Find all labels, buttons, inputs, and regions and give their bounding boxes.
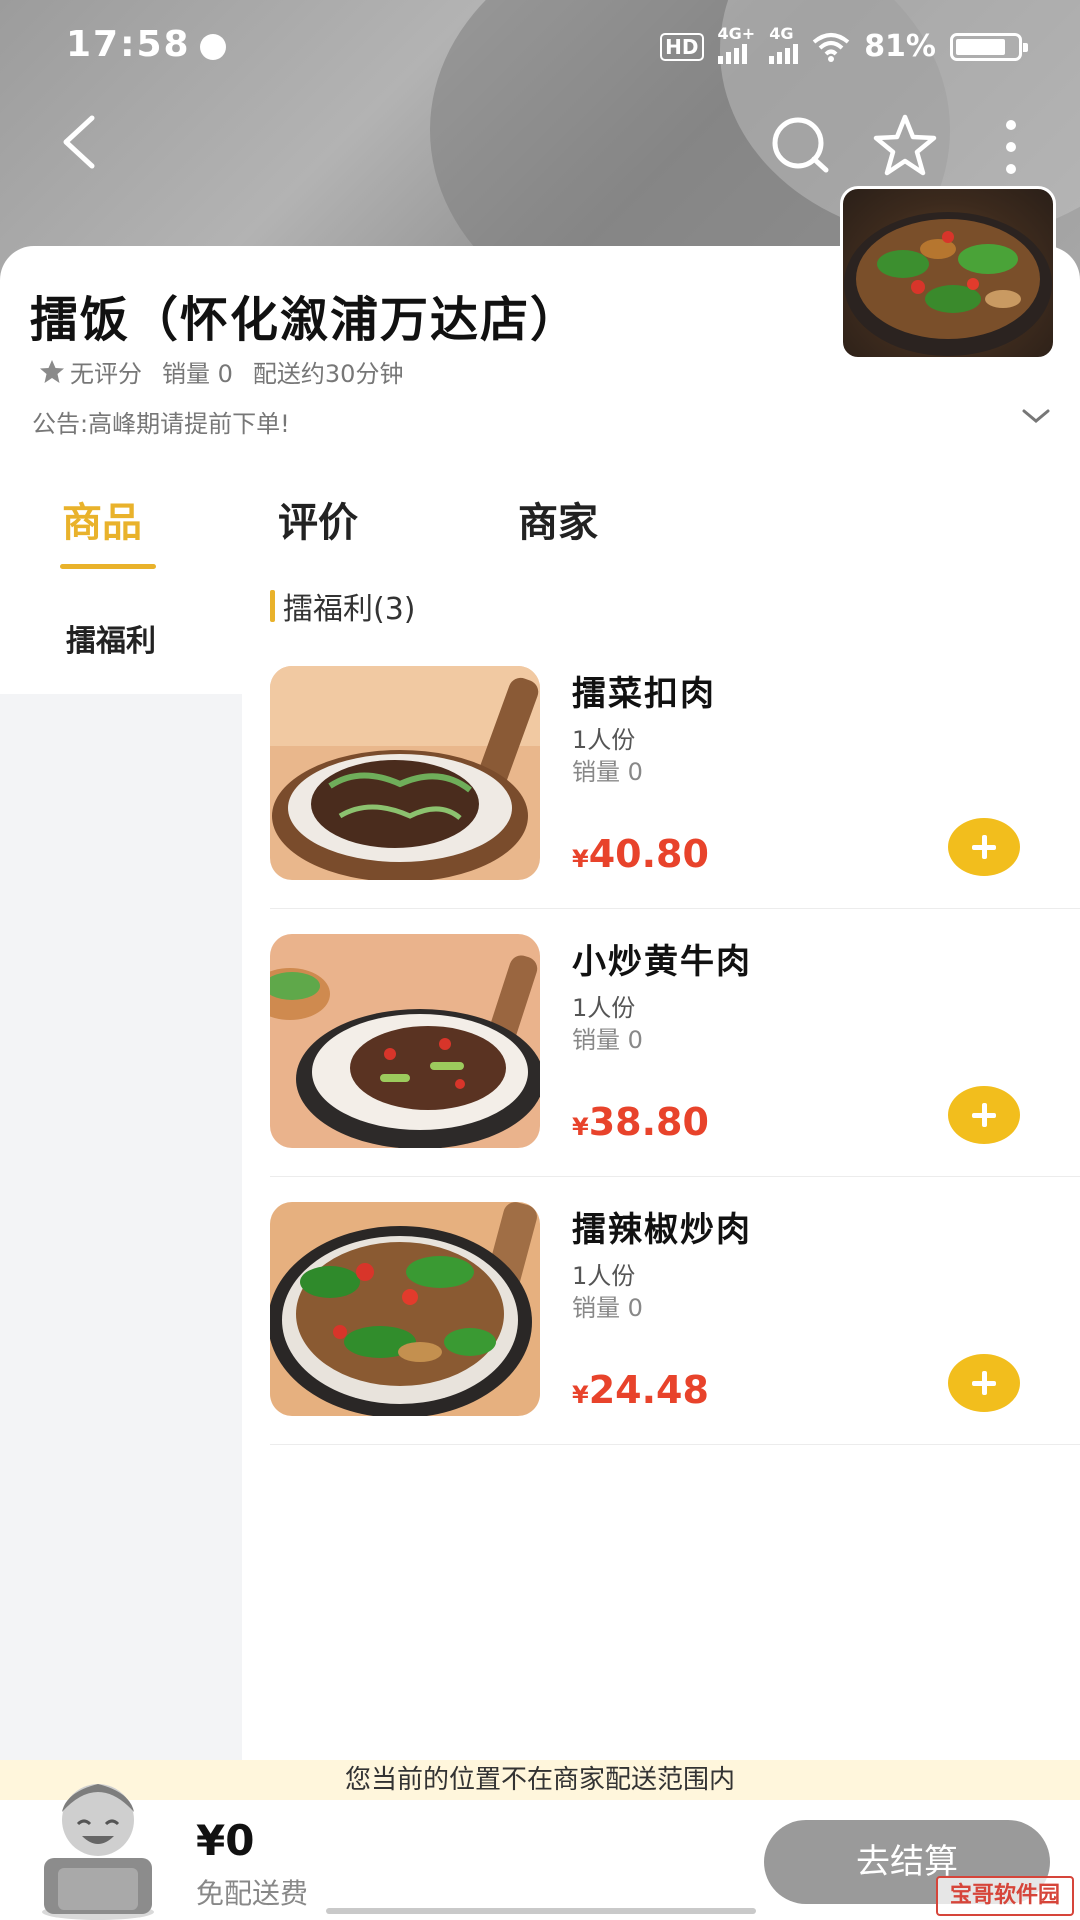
delivery-range-warning: 您当前的位置不在商家配送范围内 bbox=[0, 1760, 1080, 1800]
store-delivery-time: 配送约30分钟 bbox=[252, 360, 404, 388]
status-bar: 17:58 HD 4G+ 4G 81% bbox=[0, 0, 1080, 90]
product-image[interactable] bbox=[270, 1202, 540, 1416]
back-arrow-icon[interactable] bbox=[52, 112, 112, 172]
store-notice: 公告:高峰期请提前下单! bbox=[32, 410, 290, 438]
active-tab-indicator bbox=[60, 564, 156, 569]
battery-icon bbox=[950, 32, 1028, 61]
store-name: 擂饭（怀化溆浦万达店） bbox=[30, 292, 581, 348]
add-to-cart-button[interactable] bbox=[948, 1354, 1020, 1412]
product-price: ¥38.80 bbox=[572, 1100, 709, 1144]
product-item[interactable]: 擂菜扣肉 1人份 销量 0 ¥40.80 bbox=[270, 666, 1080, 934]
product-portion: 1人份 bbox=[572, 994, 636, 1022]
star-icon[interactable] bbox=[870, 112, 940, 178]
status-time: 17:58 bbox=[66, 24, 191, 65]
store-sales: 销量 0 bbox=[162, 360, 233, 388]
product-portion: 1人份 bbox=[572, 726, 636, 754]
add-to-cart-button[interactable] bbox=[948, 1086, 1020, 1144]
watermark-logo: 宝哥软件园 bbox=[936, 1876, 1074, 1916]
status-indicators: HD 4G+ 4G 81% bbox=[660, 26, 1028, 67]
product-item[interactable]: 擂辣椒炒肉 1人份 销量 0 ¥24.48 bbox=[270, 1202, 1080, 1470]
network-indicator-2: 4G bbox=[769, 26, 799, 67]
product-image[interactable] bbox=[270, 934, 540, 1148]
hd-indicator: HD bbox=[660, 32, 704, 61]
product-sales: 销量 0 bbox=[572, 1294, 643, 1322]
delivery-fee: 免配送费 bbox=[196, 1877, 309, 1910]
store-rating: 无评分 bbox=[38, 354, 142, 389]
product-name: 小炒黄牛肉 bbox=[572, 942, 752, 982]
divider bbox=[270, 1176, 1080, 1177]
product-sales: 销量 0 bbox=[572, 1026, 643, 1054]
product-sales: 销量 0 bbox=[572, 758, 643, 786]
store-rating-text: 无评分 bbox=[70, 360, 142, 388]
divider bbox=[270, 908, 1080, 909]
store-thumbnail bbox=[840, 186, 1056, 360]
section-header: 擂福利(3) bbox=[270, 584, 416, 628]
section-marker bbox=[270, 590, 275, 622]
store-meta: 无评分 销量 0 配送约30分钟 bbox=[38, 354, 403, 389]
sidebar-item-label: 擂福利 bbox=[66, 624, 156, 659]
tab-bar: 商品 评价 商家 bbox=[0, 490, 1080, 570]
product-image[interactable] bbox=[270, 666, 540, 880]
chevron-down-icon[interactable] bbox=[1020, 404, 1052, 428]
globe-icon bbox=[200, 34, 226, 60]
cart-total: ¥0 bbox=[196, 1816, 255, 1865]
tab-reviews[interactable]: 评价 bbox=[278, 490, 358, 548]
category-sidebar: 擂福利 bbox=[0, 590, 242, 1760]
add-to-cart-button[interactable] bbox=[948, 818, 1020, 876]
battery-percent: 81% bbox=[864, 29, 936, 64]
product-name: 擂菜扣肉 bbox=[572, 674, 716, 714]
divider bbox=[270, 1444, 1080, 1445]
sidebar-item-welfare[interactable]: 擂福利 bbox=[0, 590, 242, 694]
wifi-icon bbox=[812, 32, 850, 62]
home-indicator[interactable] bbox=[326, 1908, 756, 1914]
product-name: 擂辣椒炒肉 bbox=[572, 1210, 752, 1250]
more-vertical-icon[interactable] bbox=[996, 118, 1026, 176]
product-portion: 1人份 bbox=[572, 1262, 636, 1290]
search-icon[interactable] bbox=[770, 116, 832, 178]
product-item[interactable]: 小炒黄牛肉 1人份 销量 0 ¥38.80 bbox=[270, 934, 1080, 1202]
tab-merchant[interactable]: 商家 bbox=[518, 490, 598, 548]
product-price: ¥40.80 bbox=[572, 832, 709, 876]
store-food-image bbox=[844, 212, 1052, 356]
product-price: ¥24.48 bbox=[572, 1368, 709, 1412]
section-title: 擂福利(3) bbox=[283, 592, 416, 627]
tab-goods[interactable]: 商品 bbox=[62, 490, 142, 548]
network-indicator-1: 4G+ bbox=[717, 26, 755, 67]
rating-star-icon bbox=[40, 359, 64, 383]
cart-avatar-icon[interactable] bbox=[34, 1772, 162, 1920]
